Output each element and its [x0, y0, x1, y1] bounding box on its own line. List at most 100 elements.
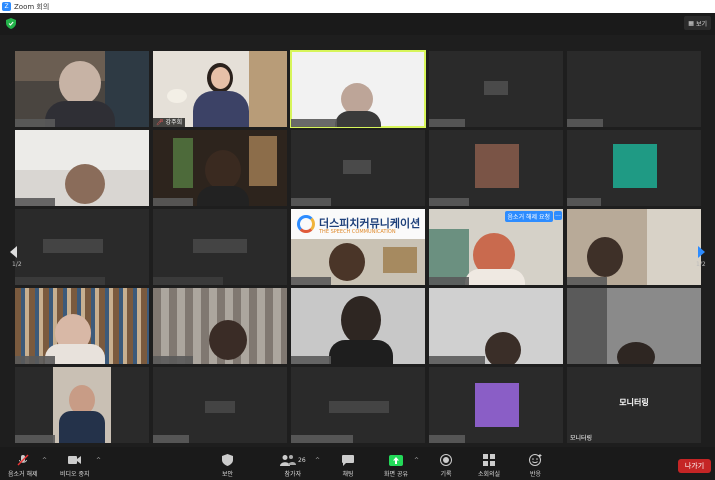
mute-button[interactable]: 음소거 해제 [8, 454, 38, 478]
participants-icon: 26 [280, 454, 306, 466]
name-label [291, 277, 331, 285]
participant-tile[interactable]: 모니터링 모니터링 [567, 367, 701, 443]
name-label [15, 356, 55, 364]
participant-tile[interactable] [429, 51, 563, 127]
name-label [291, 356, 331, 364]
participant-tile[interactable] [153, 367, 287, 443]
name-label [153, 198, 193, 206]
participant-tile[interactable]: 더스피치커뮤니케이션 THE SPEECH COMMUNICATION [291, 209, 425, 285]
share-screen-label: 화면 공유 [384, 471, 408, 478]
logo-subtitle: THE SPEECH COMMUNICATION [319, 229, 396, 235]
name-label [15, 277, 105, 285]
name-label [429, 356, 485, 364]
next-page-arrow[interactable] [693, 228, 711, 276]
smiley-plus-icon [529, 454, 542, 466]
grid-icon: ▦ [688, 19, 694, 27]
name-label [429, 198, 469, 206]
name-label [15, 435, 55, 443]
participant-tile[interactable] [15, 288, 149, 364]
video-options-caret[interactable]: ^ [96, 457, 101, 464]
participant-tile[interactable] [567, 209, 701, 285]
chevron-left-icon [10, 246, 17, 258]
view-button[interactable]: ▦ 보기 [684, 16, 711, 30]
video-label: 비디오 중지 [60, 471, 90, 478]
name-label [567, 119, 603, 127]
name-label [15, 198, 55, 206]
encryption-shield-icon[interactable] [6, 18, 16, 29]
name-label [429, 277, 469, 285]
participant-tile[interactable] [15, 51, 149, 127]
host-name-label: 🎤︎ 강주희 [153, 118, 186, 127]
page-indicator-left: 1/2 [12, 261, 22, 268]
security-label: 보안 [222, 471, 234, 478]
record-icon [440, 454, 452, 466]
share-options-caret[interactable]: ^ [414, 457, 419, 464]
share-screen-button[interactable]: 화면 공유 [384, 454, 408, 478]
leave-meeting-button[interactable]: 나가기 [678, 459, 711, 473]
participant-tile[interactable] [15, 209, 149, 285]
mute-label: 음소거 해제 [8, 471, 38, 478]
record-label: 기록 [440, 471, 452, 478]
participants-button[interactable]: 26 참가자 [280, 454, 306, 478]
zoom-app-icon: Z [2, 2, 11, 11]
chat-bubble-icon [342, 454, 354, 466]
participants-options-caret[interactable]: ^ [315, 457, 320, 464]
breakout-rooms-icon [483, 454, 496, 466]
more-options-button[interactable]: ... [554, 211, 562, 220]
name-label [291, 119, 337, 127]
mute-options-caret[interactable]: ^ [42, 457, 47, 464]
share-screen-icon [389, 454, 403, 466]
name-label [153, 356, 193, 364]
chat-button[interactable]: 채팅 [342, 454, 354, 478]
window-title: Zoom 회의 [14, 2, 50, 11]
participant-tile[interactable] [15, 130, 149, 206]
shield-icon [222, 454, 234, 466]
meeting-toolbar: 음소거 해제 ^ 비디오 중지 ^ 보안 26 참가자 ^ 채팅 화면 공유 ^ [0, 447, 715, 480]
unmute-request-badge[interactable]: 음소거 해제 요청 [504, 211, 553, 222]
breakout-rooms-label: 소회의실 [478, 471, 501, 478]
name-label [15, 119, 55, 127]
speech-bubble-icon [297, 215, 315, 233]
meeting-topbar: ▦ 보기 [0, 13, 715, 35]
chat-label: 채팅 [342, 471, 354, 478]
participant-tile[interactable]: 🎤︎ 강주희 [153, 51, 287, 127]
participant-tile[interactable] [15, 367, 149, 443]
participant-tile[interactable] [153, 209, 287, 285]
security-button[interactable]: 보안 [222, 454, 233, 478]
name-label [429, 435, 465, 443]
view-label: 보기 [695, 20, 707, 28]
video-camera-icon [67, 454, 82, 466]
record-button[interactable]: 기록 [440, 454, 452, 478]
chevron-right-icon [698, 246, 705, 258]
participant-tile[interactable] [429, 130, 563, 206]
name-label [291, 435, 353, 443]
reactions-label: 반응 [529, 471, 542, 478]
name-label [567, 198, 601, 206]
name-label [567, 277, 607, 285]
page-indicator-right: 1/2 [696, 261, 706, 268]
participant-tile[interactable] [291, 367, 425, 443]
monitor-display-name: 모니터링 [619, 398, 649, 407]
participant-tile[interactable] [429, 367, 563, 443]
participants-count: 26 [298, 456, 306, 464]
participant-tile[interactable] [567, 51, 701, 127]
reactions-button[interactable]: 반응 [529, 454, 542, 478]
active-speaker-tile[interactable] [290, 50, 426, 128]
participant-tile[interactable] [429, 288, 563, 364]
participant-tile[interactable] [567, 288, 701, 364]
muted-microphone-icon [17, 454, 29, 466]
breakout-rooms-button[interactable]: 소회의실 [478, 454, 500, 478]
participant-tile[interactable] [153, 130, 287, 206]
participant-tile[interactable] [291, 130, 425, 206]
name-label [567, 356, 607, 364]
participant-tile[interactable] [291, 288, 425, 364]
participant-tile[interactable] [153, 288, 287, 364]
name-label [153, 435, 189, 443]
window-titlebar: Z Zoom 회의 [0, 0, 715, 13]
muted-mic-icon: 🎤︎ [156, 119, 164, 126]
prev-page-arrow[interactable] [4, 228, 22, 276]
name-label [153, 277, 223, 285]
participant-tile[interactable]: 음소거 해제 요청 ... [429, 209, 563, 285]
video-button[interactable]: 비디오 중지 [60, 454, 90, 478]
participant-tile[interactable] [567, 130, 701, 206]
